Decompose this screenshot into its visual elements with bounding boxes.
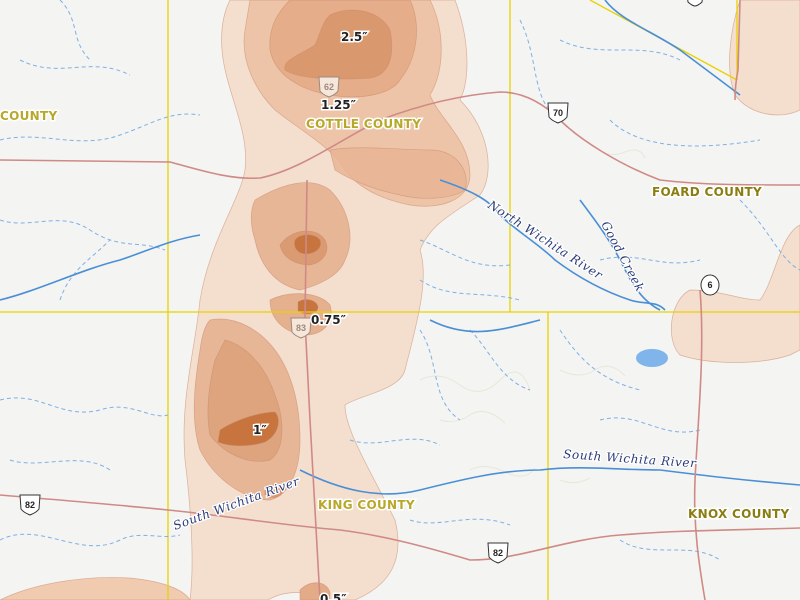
- shield-62-text: 62: [324, 82, 334, 92]
- shield-83-text: 83: [296, 323, 306, 333]
- shield-6-text: 6: [707, 280, 712, 290]
- rain-label-2-5: 2.5″: [341, 30, 368, 44]
- rain-label-1: 1″: [253, 423, 267, 437]
- state-6-shield: 6: [700, 274, 720, 296]
- rain-label-1-25: 1.25″: [321, 98, 357, 112]
- shield-82-west-text: 82: [25, 500, 35, 510]
- shield-70-text: 70: [553, 108, 563, 118]
- shield-82-east-text: 82: [493, 548, 503, 558]
- rainfall-map[interactable]: 70 62 83 82 82 6 COUNTY COTTLE COUNTY FO…: [0, 0, 800, 600]
- rain-label-0-75: 0.75″: [311, 313, 347, 327]
- rain-label-0-5: 0.5″: [320, 592, 347, 600]
- county-label-knox: KNOX COUNTY: [688, 507, 790, 521]
- county-label-king: KING COUNTY: [318, 498, 415, 512]
- county-label-foard: FOARD COUNTY: [652, 185, 762, 199]
- county-label-west: COUNTY: [0, 109, 57, 123]
- map-canvas: 70 62 83 82 82 6 COUNTY COTTLE COUNTY FO…: [0, 0, 800, 600]
- county-label-cottle: COTTLE COUNTY: [306, 117, 421, 131]
- lake: [636, 349, 668, 367]
